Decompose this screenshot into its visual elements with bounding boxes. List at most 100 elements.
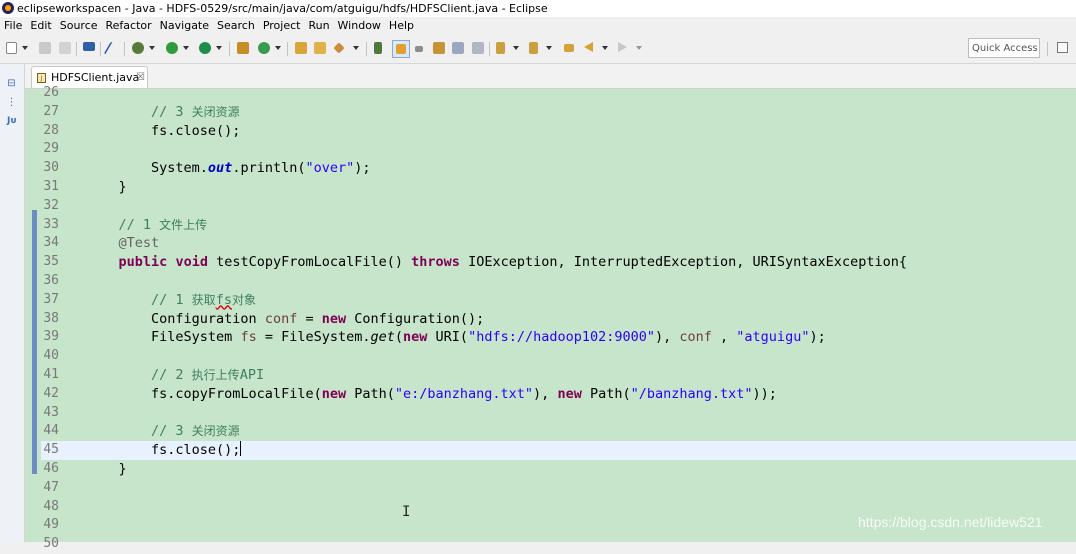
line-number: 41 bbox=[43, 366, 59, 382]
code-line: 30 System.out.println("over"); bbox=[41, 159, 1076, 178]
code-token: .println( bbox=[232, 160, 306, 177]
debug-dropdown-icon[interactable] bbox=[149, 41, 156, 55]
menu-help[interactable]: Help bbox=[385, 17, 418, 34]
last-edit-location-icon[interactable] bbox=[563, 41, 577, 55]
previous-annotation-icon[interactable] bbox=[528, 41, 542, 55]
quick-access-input[interactable]: Quick Access bbox=[968, 38, 1040, 58]
new-icon[interactable] bbox=[5, 41, 19, 55]
code-line: 33 // 1 文件上传 bbox=[41, 216, 1076, 235]
code-line: 29 bbox=[41, 140, 1076, 159]
pilcrow-icon[interactable] bbox=[471, 41, 485, 55]
coverage-dropdown-icon[interactable] bbox=[216, 41, 223, 55]
code-token: get bbox=[370, 329, 395, 346]
open-perspective-icon[interactable] bbox=[1056, 41, 1070, 55]
line-number: 50 bbox=[43, 536, 59, 552]
open-task-icon[interactable] bbox=[313, 41, 327, 55]
search-dropdown-icon[interactable] bbox=[353, 41, 360, 55]
debug-icon[interactable] bbox=[131, 41, 145, 55]
code-token: )); bbox=[752, 385, 777, 402]
run-dropdown-icon[interactable] bbox=[183, 41, 190, 55]
menu-refactor[interactable]: Refactor bbox=[102, 17, 156, 34]
code-text: // 2 执行上传API bbox=[86, 366, 264, 385]
menu-window[interactable]: Window bbox=[334, 17, 385, 34]
back-icon[interactable] bbox=[583, 41, 597, 55]
menu-bar: File Edit Source Refactor Navigate Search Proj… bbox=[0, 17, 1076, 34]
open-type-icon[interactable] bbox=[294, 41, 308, 55]
forward-icon[interactable] bbox=[617, 41, 631, 55]
forward-dropdown-icon[interactable] bbox=[636, 41, 643, 55]
line-number: 28 bbox=[43, 122, 59, 138]
code-line: 34 @Test bbox=[41, 234, 1076, 253]
code-token: 关闭资源 bbox=[191, 104, 240, 119]
code-line: 37 // 1 获取fs对象 bbox=[41, 291, 1076, 310]
next-annotation-dropdown-icon[interactable] bbox=[513, 41, 520, 55]
menu-navigate[interactable]: Navigate bbox=[156, 17, 213, 34]
code-line: 47 bbox=[41, 479, 1076, 498]
code-token: // 2 bbox=[86, 366, 192, 383]
java-file-icon: J bbox=[37, 73, 46, 83]
code-token: 文件上传 bbox=[159, 217, 208, 232]
package-explorer-icon[interactable]: ⋮ bbox=[5, 96, 18, 109]
code-token: fs bbox=[215, 291, 232, 308]
previous-annotation-dropdown-icon[interactable] bbox=[546, 41, 553, 55]
menu-search[interactable]: Search bbox=[213, 17, 259, 34]
code-token: conf bbox=[264, 310, 298, 327]
code-token: "over" bbox=[305, 160, 355, 177]
code-line: 32 bbox=[41, 197, 1076, 216]
code-text: System.out.println("over"); bbox=[86, 159, 371, 178]
menu-source[interactable]: Source bbox=[56, 17, 102, 34]
code-line: 26 bbox=[41, 84, 1076, 103]
save-all-icon[interactable] bbox=[58, 41, 72, 55]
code-token: ), bbox=[655, 329, 680, 346]
code-text: FileSystem fs = FileSystem.get(new URI("… bbox=[86, 328, 826, 347]
code-token: } bbox=[86, 460, 127, 477]
new-java-class-icon[interactable] bbox=[257, 41, 271, 55]
show-source-icon[interactable] bbox=[451, 41, 465, 55]
left-trim-bar: ⊟ ⋮ Jᴜ bbox=[0, 64, 25, 542]
next-annotation-icon[interactable] bbox=[495, 41, 509, 55]
search-icon[interactable] bbox=[333, 41, 348, 55]
console-icon[interactable] bbox=[82, 41, 96, 55]
code-token: ); bbox=[354, 160, 371, 177]
toggle-breadcrumb-icon[interactable] bbox=[373, 41, 387, 55]
menu-run[interactable]: Run bbox=[304, 17, 333, 34]
code-line: 31 } bbox=[41, 178, 1076, 197]
code-token: new bbox=[557, 385, 582, 402]
line-number: 31 bbox=[43, 178, 59, 194]
menu-project[interactable]: Project bbox=[259, 17, 305, 34]
code-token: Configuration(); bbox=[346, 310, 485, 327]
mark-occurrences-icon[interactable] bbox=[392, 40, 410, 58]
line-number: 47 bbox=[43, 479, 59, 495]
skip-breakpoints-icon[interactable] bbox=[103, 41, 120, 55]
menu-file[interactable]: File bbox=[0, 17, 26, 34]
code-lines[interactable]: 26 27 // 3 关闭资源 28 fs.close(); 29 30 System… bbox=[41, 84, 1076, 554]
code-token: fs.close(); bbox=[86, 122, 241, 139]
code-text: public void testCopyFromLocalFile() thro… bbox=[86, 253, 907, 272]
code-editor[interactable]: 26 27 // 3 关闭资源 28 fs.close(); 29 30 System… bbox=[25, 85, 1076, 551]
new-class-dropdown-icon[interactable] bbox=[275, 41, 282, 55]
code-token: Path( bbox=[346, 385, 395, 402]
coverage-icon[interactable] bbox=[198, 41, 212, 55]
code-line: 27 // 3 关闭资源 bbox=[41, 103, 1076, 122]
toggle-block-selection-icon[interactable] bbox=[414, 41, 428, 55]
code-token: "atguigu" bbox=[736, 329, 810, 346]
code-token: 获取 bbox=[191, 292, 216, 307]
code-line: 35 public void testCopyFromLocalFile() t… bbox=[41, 253, 1076, 272]
code-text: // 3 关闭资源 bbox=[86, 422, 240, 441]
code-token: URI( bbox=[427, 329, 469, 346]
code-token: public bbox=[118, 254, 168, 271]
new-java-package-icon[interactable] bbox=[236, 41, 250, 55]
new-dropdown-icon[interactable] bbox=[22, 41, 29, 55]
code-token: // 3 bbox=[86, 103, 192, 120]
line-number: 32 bbox=[43, 197, 59, 213]
run-icon[interactable] bbox=[165, 41, 179, 55]
show-whitespace-icon[interactable] bbox=[432, 41, 446, 55]
back-dropdown-icon[interactable] bbox=[602, 41, 609, 55]
code-token: fs.close(); bbox=[86, 442, 241, 459]
menu-edit[interactable]: Edit bbox=[26, 17, 55, 34]
line-number: 39 bbox=[43, 329, 59, 345]
code-token: } bbox=[86, 178, 127, 195]
restore-icon[interactable]: ⊟ bbox=[5, 77, 18, 90]
save-icon[interactable] bbox=[38, 41, 52, 55]
junit-icon[interactable]: Jᴜ bbox=[5, 115, 18, 128]
